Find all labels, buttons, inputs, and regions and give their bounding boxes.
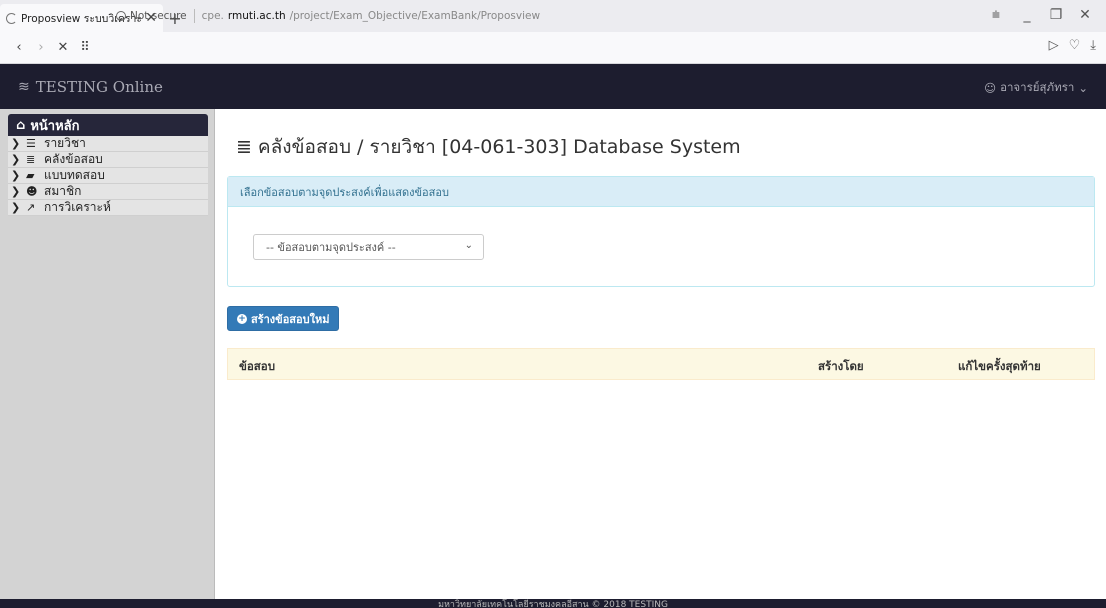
url-divider xyxy=(193,9,195,23)
url-prefix: cpe. xyxy=(201,10,224,22)
close-window-icon[interactable]: ✕ xyxy=(1072,4,1098,26)
page-title-text: คลังข้อสอบ / รายวิชา [04-061-303] Databa… xyxy=(257,136,741,158)
user-icon: ☺ xyxy=(984,81,997,95)
heart-icon[interactable]: ♡ xyxy=(1069,38,1081,53)
address-bar: ‹ › ✕ ⠿ xyxy=(0,32,1106,64)
sidebar: ⌂ หน้าหลัก ❯ ☰ รายวิชา ❯ ≣ คลังข้อสอบ ❯ … xyxy=(0,109,215,599)
create-exam-button[interactable]: + สร้างข้อสอบใหม่ xyxy=(227,306,340,331)
chevron-right-icon: ❯ xyxy=(11,153,21,166)
plus-circle-icon: + xyxy=(237,313,247,324)
stop-icon[interactable]: ✕ xyxy=(52,37,74,59)
chevron-down-icon: ⌄ xyxy=(464,240,473,251)
apps-icon[interactable]: ⠿ xyxy=(74,37,96,59)
page-title: ≣ คลังข้อสอบ / รายวิชา [04-061-303] Data… xyxy=(236,132,741,162)
back-icon[interactable]: ‹ xyxy=(8,37,30,59)
url-host: rmuti.ac.th xyxy=(227,10,286,22)
footer-text: มหาวิทยาลัยเทคโนโลยีราชมงคลอีสาน © 2018 … xyxy=(438,600,668,608)
sidebar-home-label: หน้าหลัก xyxy=(30,118,80,134)
footer: มหาวิทยาลัยเทคโนโลยีราชมงคลอีสาน © 2018 … xyxy=(0,599,1106,608)
sidebar-item-courses[interactable]: ❯ ☰ รายวิชา xyxy=(8,136,208,152)
book-icon: ▰ xyxy=(26,169,35,182)
database-icon: ≣ xyxy=(236,136,252,158)
chevron-right-icon: ❯ xyxy=(11,137,21,150)
list-icon: ☰ xyxy=(26,137,36,150)
loading-spinner-icon xyxy=(6,12,17,24)
user-menu[interactable]: ☺ อาจารย์สุภัทรา ⌄ xyxy=(984,79,1088,97)
globe-icon xyxy=(116,11,126,21)
forward-icon[interactable]: › xyxy=(30,37,52,59)
filter-panel: เลือกข้อสอบตามจุดประสงค์เพื่อแสดงข้อสอบ … xyxy=(227,176,1095,287)
layers-icon: ≋ xyxy=(18,78,30,95)
url-path: /project/Exam_Objective/ExamBank/Proposv… xyxy=(289,10,541,22)
table-header: ข้อสอบ สร้างโดย แก้ไขครั้งสุดท้าย xyxy=(227,348,1095,380)
home-icon: ⌂ xyxy=(16,117,26,133)
column-header-created-by[interactable]: สร้างโดย xyxy=(818,358,864,376)
sidebar-item-home[interactable]: ⌂ หน้าหลัก xyxy=(8,114,208,136)
sidebar-item-label: การวิเคราะห์ xyxy=(44,200,111,214)
url-field[interactable]: Not secure cpe. rmuti.ac.th/project/Exam_… xyxy=(116,5,1068,27)
chevron-right-icon: ❯ xyxy=(11,201,21,214)
objective-select[interactable]: -- ข้อสอบตามจุดประสงค์ -- ⌄ xyxy=(253,234,484,260)
user-name: อาจารย์สุภัทรา xyxy=(1000,80,1075,94)
column-header-question[interactable]: ข้อสอบ xyxy=(239,358,275,376)
app-header: ≋ TESTING Online xyxy=(0,64,1106,109)
sidebar-item-analysis[interactable]: ❯ ↗ การวิเคราะห์ xyxy=(8,200,208,216)
column-header-last-modified[interactable]: แก้ไขครั้งสุดท้าย xyxy=(958,358,1041,376)
database-icon: ≣ xyxy=(26,153,36,166)
security-label: Not secure xyxy=(130,10,187,22)
chevron-down-icon: ⌄ xyxy=(1078,81,1088,95)
chevron-right-icon: ❯ xyxy=(11,185,21,198)
brand[interactable]: ≋ TESTING Online xyxy=(18,78,163,96)
brand-title: TESTING Online xyxy=(35,77,163,96)
users-icon: ☻ xyxy=(26,185,38,198)
send-icon[interactable]: ▷ xyxy=(1049,38,1059,53)
chevron-right-icon: ❯ xyxy=(11,169,21,182)
line-chart-icon: ↗ xyxy=(26,201,36,214)
download-icon[interactable]: ⤓ xyxy=(1090,38,1096,53)
sidebar-item-exambank[interactable]: ❯ ≣ คลังข้อสอบ xyxy=(8,152,208,168)
sidebar-item-tests[interactable]: ❯ ▰ แบบทดสอบ xyxy=(8,168,208,184)
main-content: ≣ คลังข้อสอบ / รายวิชา [04-061-303] Data… xyxy=(216,109,1106,599)
address-bar-actions: ▷ ♡ ⤓ xyxy=(1049,38,1096,53)
panel-heading: เลือกข้อสอบตามจุดประสงค์เพื่อแสดงข้อสอบ xyxy=(228,177,1094,207)
objective-select-value: -- ข้อสอบตามจุดประสงค์ -- xyxy=(266,241,396,254)
create-exam-label: สร้างข้อสอบใหม่ xyxy=(251,312,330,326)
